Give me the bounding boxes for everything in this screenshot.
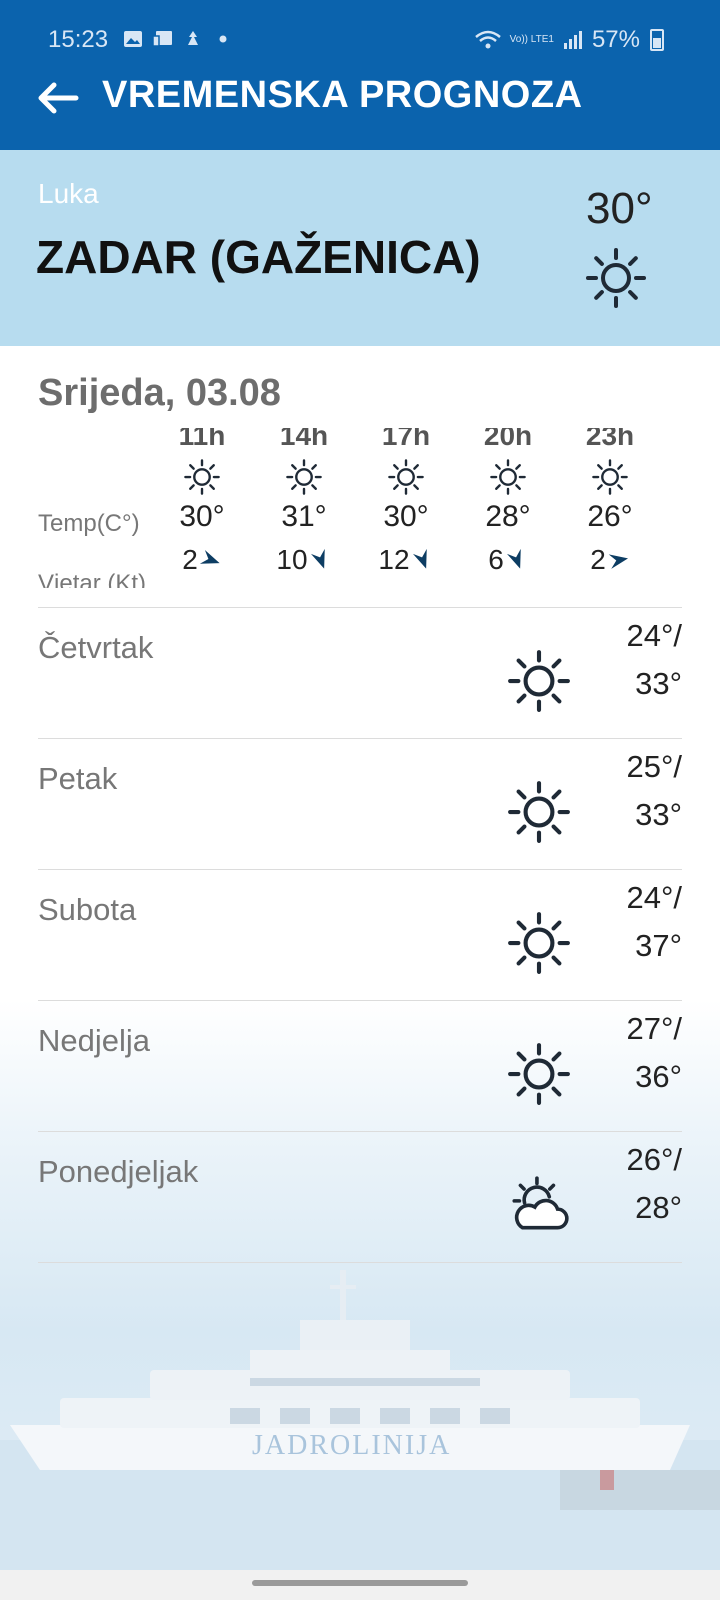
day-min-temp: 24°/ <box>626 618 683 653</box>
hourly-forecast: Temp(C°) Vjetar (Kt) 11h 30° 2 14h 31° 1… <box>0 428 720 588</box>
hour-wind: 10 <box>264 544 344 576</box>
day-max-temp: 37° <box>635 928 682 963</box>
current-temperature: 30° <box>586 184 653 233</box>
sun-icon <box>489 458 527 496</box>
sun-icon <box>506 1041 572 1107</box>
day-name: Subota <box>38 892 137 927</box>
wind-direction-icon <box>503 546 531 574</box>
app-bar: VREMENSKA PROGNOZA <box>0 62 720 142</box>
sun-icon <box>183 458 221 496</box>
day-max-temp: 33° <box>635 666 682 701</box>
hour-column: 17h 30° 12 <box>366 428 446 576</box>
location-name: ZADAR (GAŽENICA) <box>36 231 481 283</box>
sun-icon <box>584 246 648 310</box>
sun-icon <box>506 648 572 714</box>
hour-wind: 6 <box>468 544 548 576</box>
hour-wind: 2 <box>570 544 650 576</box>
divider <box>38 1262 682 1263</box>
sun-icon <box>591 458 629 496</box>
wind-row-label: Vjetar (Kt) <box>38 570 147 588</box>
cast-icon <box>152 31 172 47</box>
hour-temp: 28° <box>485 500 531 533</box>
hour-column: 23h 26° 2 <box>570 428 650 576</box>
hour-time: 20h <box>483 428 533 451</box>
day-row: Četvrtak 24°/ 33° <box>0 608 720 738</box>
status-notification-icons <box>122 28 234 50</box>
status-bar: 15:23 Vo)) LTE1 57% <box>0 20 720 60</box>
hour-temp: 30° <box>383 500 429 533</box>
battery-icon <box>650 29 664 51</box>
sun-icon <box>387 458 425 496</box>
signal-icon <box>563 31 582 49</box>
hour-wind: 2 <box>162 544 242 576</box>
day-row: Nedjelja 27°/ 36° <box>0 1001 720 1131</box>
day-max-temp: 33° <box>635 797 682 832</box>
dot-icon <box>219 35 227 43</box>
day-name: Petak <box>38 761 118 796</box>
sun-icon <box>506 910 572 976</box>
day-name: Nedjelja <box>38 1023 151 1058</box>
brand-text: JADROLINIJA <box>252 1430 452 1461</box>
wind-direction-icon <box>306 546 334 574</box>
location-header: Luka ZADAR (GAŽENICA) 30° <box>0 150 720 346</box>
day-max-temp: 36° <box>635 1059 682 1094</box>
wind-speed: 10 <box>276 544 308 575</box>
back-button[interactable] <box>30 70 86 126</box>
battery-label: 57% <box>591 26 640 53</box>
hour-time: 17h <box>381 428 431 451</box>
hour-temp: 26° <box>587 500 633 533</box>
sun-icon <box>285 458 323 496</box>
hour-column: 20h 28° 6 <box>468 428 548 576</box>
day-name: Ponedjeljak <box>38 1154 199 1189</box>
sun-icon <box>506 779 572 845</box>
wind-speed: 2 <box>590 544 606 575</box>
day-min-temp: 27°/ <box>626 1011 683 1046</box>
top-bar: 15:23 Vo)) LTE1 57% VREMENSKA PROGNOZA <box>0 0 720 150</box>
arrow-left-icon <box>38 82 79 114</box>
wind-direction-icon <box>408 546 436 574</box>
wind-speed: 2 <box>182 544 198 575</box>
partly-cloudy-icon <box>506 1172 572 1238</box>
status-time: 15:23 <box>48 26 109 53</box>
home-indicator[interactable] <box>252 1580 468 1586</box>
page-title: VREMENSKA PROGNOZA <box>102 74 583 116</box>
gallery-icon <box>124 31 142 47</box>
network-label: Vo)) LTE1 <box>509 34 554 45</box>
wind-speed: 12 <box>378 544 410 575</box>
hour-time: 11h <box>178 428 226 451</box>
ferry-icon <box>0 1270 720 1570</box>
wifi-icon <box>474 30 501 49</box>
temp-row-label: Temp(C°) <box>38 510 140 537</box>
hour-time: 14h <box>279 428 329 451</box>
day-row: Ponedjeljak 26°/ 28° <box>0 1132 720 1262</box>
day-name: Četvrtak <box>38 630 154 665</box>
hour-wind: 12 <box>366 544 446 576</box>
day-max-temp: 28° <box>635 1190 682 1225</box>
location-label: Luka <box>38 178 99 209</box>
hour-column: 14h 31° 10 <box>264 428 344 576</box>
today-title: Srijeda, 03.08 <box>38 372 281 414</box>
hour-temp: 30° <box>179 500 225 533</box>
hour-column: 11h 30° 2 <box>162 428 242 576</box>
day-row: Subota 24°/ 37° <box>0 870 720 1000</box>
system-nav-bar <box>0 1570 720 1600</box>
day-min-temp: 24°/ <box>626 880 683 915</box>
game-icon <box>188 31 198 45</box>
day-min-temp: 25°/ <box>626 749 683 784</box>
day-row: Petak 25°/ 33° <box>0 739 720 869</box>
status-right-icons: Vo)) LTE1 57% <box>474 26 664 54</box>
day-min-temp: 26°/ <box>626 1142 683 1177</box>
wind-speed: 6 <box>488 544 504 575</box>
wind-direction-icon <box>197 546 225 574</box>
hour-time: 23h <box>585 428 635 451</box>
hour-temp: 31° <box>281 500 327 533</box>
wind-direction-icon <box>606 547 631 572</box>
